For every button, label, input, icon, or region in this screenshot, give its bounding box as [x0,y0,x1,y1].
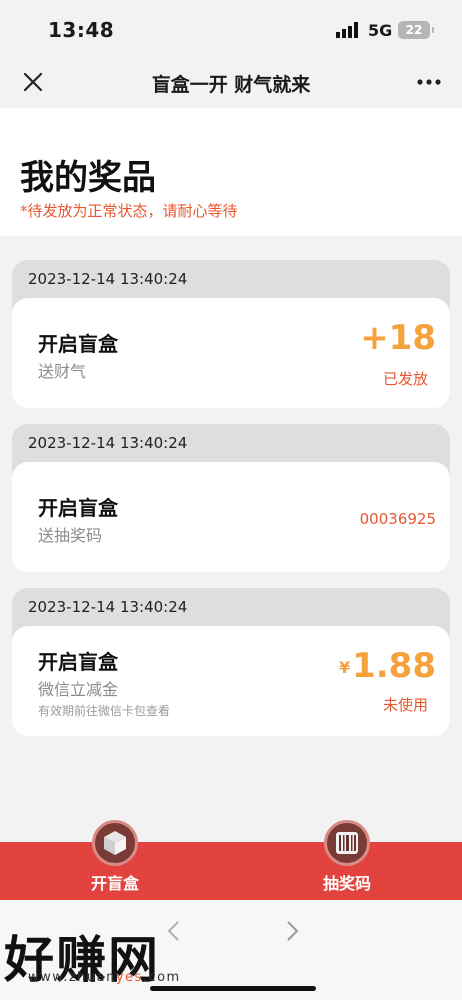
prize-card: 2023-12-14 13:40:24 开启盲盒 微信立减金 有效期前往微信卡包… [12,588,450,736]
header-panel: 我的奖品 *待发放为正常状态，请耐心等待 [0,108,462,236]
box-icon [92,820,138,866]
page-title: 我的奖品 [20,158,156,198]
home-indicator [150,986,316,991]
url-highlight: yes [115,970,143,985]
tab-label: 开盲盒 [90,874,139,893]
page-notice: *待发放为正常状态，请耐心等待 [20,202,238,220]
prize-body: 开启盲盒 送抽奖码 00036925 [12,462,450,572]
prize-note: 有效期前往微信卡包查看 [38,704,171,718]
browser-bar: 好赚网 www.zhuanyes.com [0,900,462,1000]
prize-amount: 1.88 [352,646,436,686]
network-label: 5G [368,21,393,40]
prize-time: 2023-12-14 13:40:24 [28,434,188,452]
prize-desc: 送抽奖码 [38,526,103,545]
barcode-icon [324,820,370,866]
prize-name: 开启盲盒 [38,496,118,520]
currency-symbol: ¥ [338,658,351,677]
back-arrow-icon[interactable] [164,920,184,942]
tab-lottery-code[interactable]: 抽奖码 [292,820,402,900]
tab-open-box[interactable]: 开盲盒 [60,820,170,900]
prize-desc: 微信立减金 [38,680,119,699]
url-suffix: .com [142,970,181,985]
prize-body: 开启盲盒 送财气 +18 已发放 [12,298,450,408]
forward-arrow-icon[interactable] [282,920,302,942]
tab-bar: 开盲盒 抽奖码 [0,820,462,900]
prize-card: 2023-12-14 13:40:24 开启盲盒 送财气 +18 已发放 [12,260,450,408]
battery-icon: 22 [398,21,434,39]
watermark-url: www.zhuanyes.com [28,970,181,985]
nav-bar: 盲盒一开 财气就来 [0,60,462,106]
prize-card: 2023-12-14 13:40:24 开启盲盒 送抽奖码 00036925 [12,424,450,572]
prize-time: 2023-12-14 13:40:24 [28,598,188,616]
prize-code: 00036925 [359,510,436,528]
status-time: 13:48 [48,18,115,42]
more-icon[interactable] [416,72,442,92]
prize-status: 未使用 [382,696,428,714]
battery-level: 22 [405,23,423,37]
prize-name: 开启盲盒 [38,332,118,356]
prize-status: 已发放 [382,370,428,388]
prize-name: 开启盲盒 [38,650,118,674]
tab-label: 抽奖码 [322,874,371,893]
signal-icon [336,22,358,38]
prize-desc: 送财气 [38,362,87,381]
prize-time: 2023-12-14 13:40:24 [28,270,188,288]
prize-value: ¥1.88 [339,646,436,686]
prize-body: 开启盲盒 微信立减金 有效期前往微信卡包查看 ¥1.88 未使用 [12,626,450,736]
url-prefix: www.zhuan [28,970,116,985]
nav-title: 盲盒一开 财气就来 [151,74,311,96]
status-bar: 13:48 5G 22 [0,0,462,60]
prize-value: +18 [360,318,436,358]
